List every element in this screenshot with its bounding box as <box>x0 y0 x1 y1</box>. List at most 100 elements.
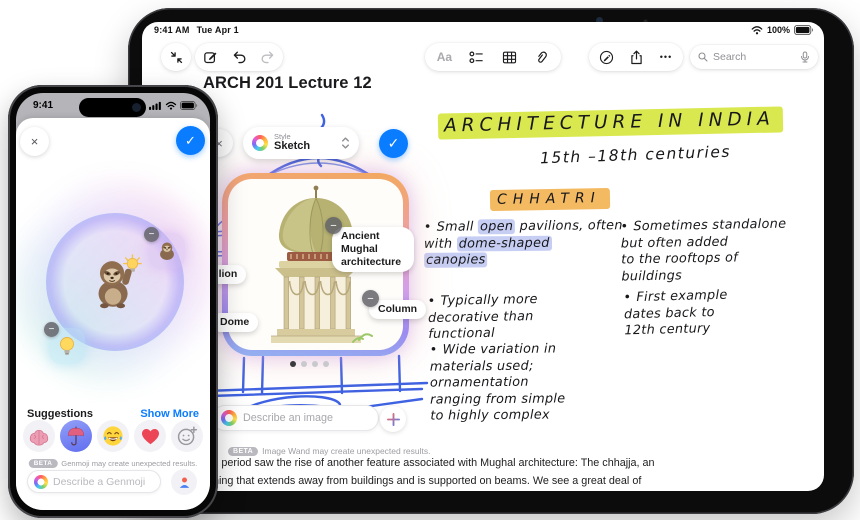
toolbar-group-edit <box>195 43 283 71</box>
suggestion-add-emoji[interactable] <box>171 420 203 452</box>
camera-lens <box>132 103 141 112</box>
add-image-button[interactable] <box>380 406 406 432</box>
iphone-device: 9:41 × ✓ − − Suggestions Show More BETA … <box>8 85 218 518</box>
image-playground-icon <box>252 135 268 151</box>
lightbulb-emoji <box>60 337 74 355</box>
plus-icon <box>386 412 400 426</box>
image-wand-accept-button[interactable]: ✓ <box>379 129 408 158</box>
iphone-status-icons <box>149 101 198 110</box>
genmoji-close-button[interactable]: × <box>20 127 49 156</box>
suggestion-brain[interactable] <box>23 420 55 452</box>
image-playground-icon <box>34 474 48 489</box>
search-field[interactable] <box>690 45 818 69</box>
genmoji-accept-button[interactable]: ✓ <box>176 126 205 155</box>
handwritten-heading: ARCHITECTURE IN INDIA <box>437 106 784 140</box>
bullet-glyph: • <box>623 290 632 306</box>
suggestions-label: Suggestions <box>27 408 94 420</box>
dynamic-island <box>79 98 146 117</box>
collapse-note-icon[interactable] <box>163 44 189 70</box>
compose-icon[interactable] <box>198 44 224 70</box>
bullet-left-1-text: Small open pavilions, often with dome-sh… <box>423 218 623 268</box>
ipad-screen: 9:41 AM Tue Apr 1 100% Aa ••• Search ARC… <box>142 22 824 491</box>
bullet-right-2-text: First example dates back to 12th century <box>623 287 728 339</box>
add-emoji-icon <box>177 426 198 446</box>
attachment-icon[interactable] <box>529 44 555 70</box>
handwritten-section-title: CHHATRI <box>489 187 610 212</box>
show-more-link[interactable]: Show More <box>140 408 199 420</box>
tag-chip[interactable]: Dome <box>211 313 259 333</box>
genmoji-canvas: − − <box>16 176 210 388</box>
chevron-up-down-icon <box>342 137 349 149</box>
toolbar-group-actions: ••• <box>589 43 683 71</box>
page-dot[interactable] <box>323 361 329 367</box>
undo-icon[interactable] <box>226 44 252 70</box>
iphone-screen: 9:41 × ✓ − − Suggestions Show More BETA … <box>16 93 210 510</box>
beta-badge: BETA <box>228 446 259 456</box>
describe-genmoji-input[interactable] <box>53 475 154 488</box>
toolbar-group-format: Aa <box>425 43 561 71</box>
remove-tag-button[interactable]: − <box>325 217 342 234</box>
heading-highlight: ARCHITECTURE IN INDIA <box>437 106 784 140</box>
tag-chip[interactable]: Ancient Mughal architecture <box>332 227 414 273</box>
remove-ingredient-button[interactable]: − <box>144 227 159 242</box>
ingredient-chip-sloth: − <box>144 227 185 269</box>
describe-image-input[interactable] <box>243 412 370 424</box>
image-playground-icon <box>221 410 237 426</box>
bullet-left-2: • Typically more decorative than function… <box>428 292 539 343</box>
tag-column: − Column <box>362 290 427 320</box>
style-text: Style Sketch <box>274 133 335 152</box>
sloth-with-lightbulb-emoji <box>98 254 142 309</box>
bullet-left-2-text: Typically more decorative than functiona… <box>427 292 538 342</box>
battery-icon <box>180 101 198 110</box>
dictate-mic-icon[interactable] <box>799 51 811 64</box>
ipad-status-right: 100% <box>751 25 814 35</box>
suggestion-row <box>23 420 203 452</box>
beta-text: Genmoji may create unexpected results. <box>61 459 198 468</box>
ipad-time: 9:41 AM <box>154 25 190 35</box>
bullet-left-1: • Small open pavilions, often with dome-s… <box>424 218 623 269</box>
remove-tag-button[interactable]: − <box>362 290 379 307</box>
bullet-left-3-text: Wide variation in materials used; orname… <box>429 341 566 424</box>
page-dot[interactable] <box>290 361 296 367</box>
ipad-device: 9:41 AM Tue Apr 1 100% Aa ••• Search ARC… <box>128 8 854 514</box>
suggestions-header: Suggestions Show More <box>27 408 199 420</box>
note-title: ARCH 201 Lecture 12 <box>203 74 372 92</box>
person-icon <box>179 477 189 488</box>
style-picker[interactable]: Style Sketch <box>243 127 359 159</box>
beta-badge: BETA <box>28 459 58 468</box>
bullet-right-1-text: Sometimes standalone but often added to … <box>620 216 787 284</box>
markup-pen-icon[interactable] <box>593 44 619 70</box>
style-value: Sketch <box>274 140 311 153</box>
table-icon[interactable] <box>496 44 522 70</box>
people-button[interactable] <box>171 469 197 495</box>
suggestion-umbrella-selected[interactable] <box>60 420 92 452</box>
suggestion-joy-face[interactable] <box>97 420 129 452</box>
bullet-left-3: • Wide variation in materials used; ornam… <box>430 341 566 425</box>
result-page-dots[interactable] <box>290 361 329 367</box>
ingredient-chip-lightbulb: − <box>44 322 85 364</box>
bullet-right-1: • Sometimes standalone but often added to… <box>620 217 787 286</box>
remove-ingredient-button[interactable]: − <box>44 322 59 337</box>
checklist-icon[interactable] <box>464 44 490 70</box>
beta-text: Image Wand may create unexpected results… <box>262 446 431 456</box>
wifi-icon <box>751 26 763 35</box>
share-icon[interactable] <box>623 44 649 70</box>
battery-icon <box>794 25 814 35</box>
face-with-tears-of-joy-emoji <box>103 426 123 446</box>
describe-genmoji-field[interactable] <box>27 470 161 493</box>
page-dot[interactable] <box>301 361 307 367</box>
suggestion-heart[interactable] <box>134 420 166 452</box>
redo-icon[interactable] <box>255 44 281 70</box>
iphone-status-bar: 9:41 <box>16 93 210 117</box>
more-icon[interactable]: ••• <box>653 44 679 70</box>
bullet-glyph: • <box>620 219 629 235</box>
bullet-glyph: • <box>427 293 436 309</box>
describe-image-field[interactable] <box>212 405 379 431</box>
ipad-status-bar: 9:41 AM Tue Apr 1 <box>154 25 239 35</box>
paragraph-line-1: s period saw the rise of another feature… <box>213 457 655 469</box>
ipad-date: Tue Apr 1 <box>196 25 239 35</box>
search-input[interactable] <box>713 51 795 63</box>
format-text-icon[interactable]: Aa <box>431 44 457 70</box>
page-dot[interactable] <box>312 361 318 367</box>
paragraph-line-2: ning that extends away from buildings an… <box>213 474 642 487</box>
